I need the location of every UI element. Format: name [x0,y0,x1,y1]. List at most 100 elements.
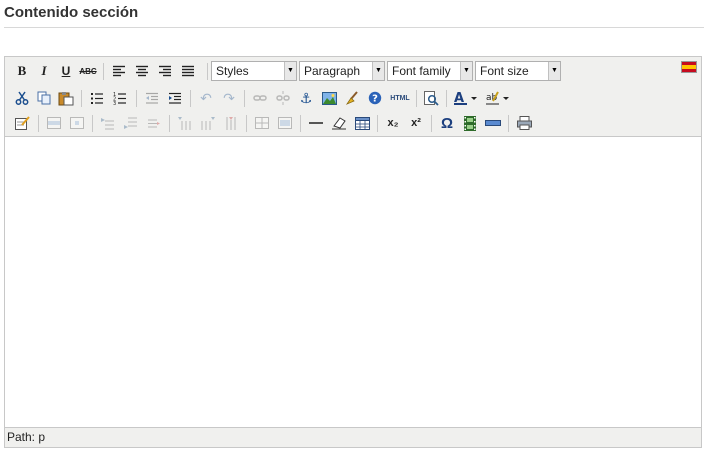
outdent-icon [146,92,158,104]
help-button[interactable]: ? [365,88,385,108]
special-character-button[interactable]: Ω [437,113,457,133]
split-cells-icon [255,117,269,129]
numbered-list-button[interactable]: 123 [110,88,130,108]
bold-button[interactable]: B [12,61,32,81]
paste-button[interactable] [56,88,76,108]
html-source-button[interactable]: HTML [388,88,412,108]
toolbar-separator [377,115,378,132]
italic-button[interactable]: I [34,61,54,81]
superscript-icon: x² [411,117,421,129]
insert-row-after-button[interactable] [121,113,141,133]
text-color-icon: A [454,91,477,106]
background-color-button[interactable]: ab [484,88,514,108]
underline-button[interactable]: U [56,61,76,81]
title-divider [4,27,704,28]
help-icon: ? [368,91,382,105]
align-center-button[interactable] [132,61,152,81]
remove-format-button[interactable] [329,113,349,133]
font-size-select[interactable]: Font size ▼ [475,61,561,81]
superscript-button[interactable]: x² [406,113,426,133]
toolbar-separator [136,90,137,107]
strikethrough-button[interactable]: ABC [78,61,98,81]
subscript-icon: x₂ [387,117,399,129]
page-break-icon [485,120,501,126]
toolbar-separator [38,115,39,132]
paste-icon [58,91,74,105]
editor-content-area[interactable] [5,137,701,428]
align-right-button[interactable] [155,61,175,81]
merge-cells-button[interactable] [275,113,295,133]
insert-column-after-button[interactable] [198,113,218,133]
toolbar-separator [246,115,247,132]
insert-link-button[interactable] [250,88,270,108]
insert-table-button[interactable] [352,113,372,133]
eraser-icon [331,117,346,130]
insert-row-before-button[interactable] [98,113,118,133]
redo-icon: ↷ [223,89,235,106]
undo-icon: ↶ [200,89,212,106]
cleanup-button[interactable] [342,88,362,108]
indent-button[interactable] [165,88,185,108]
toolbar-separator [103,63,104,80]
align-left-button[interactable] [109,61,129,81]
block-format-select[interactable]: Paragraph ▼ [299,61,385,81]
table-row-icon [47,117,61,129]
printer-icon [516,116,532,130]
visual-aid-button[interactable] [12,113,32,133]
unlink-button[interactable] [273,88,293,108]
underline-icon: U [61,64,71,78]
numbered-list-icon: 123 [113,92,126,105]
undo-button[interactable]: ↶ [196,88,216,108]
delete-column-button[interactable] [221,113,241,133]
film-icon [464,115,476,131]
insert-pagebreak-button[interactable] [483,113,503,133]
toolbar-separator [244,90,245,107]
split-cells-button[interactable] [252,113,272,133]
bullet-list-button[interactable] [87,88,107,108]
table-cell-properties-button[interactable] [67,113,87,133]
row-after-icon [124,117,137,129]
styles-select[interactable]: Styles ▼ [211,61,297,81]
toolbar-separator [446,90,447,107]
toolbar-separator [81,90,82,107]
chevron-down-icon: ▼ [460,62,472,80]
svg-text:?: ? [372,94,378,105]
font-family-select[interactable]: Font family ▼ [387,61,473,81]
table-icon [354,116,370,130]
spanish-flag-icon[interactable] [681,61,697,73]
merge-cells-icon [278,117,292,129]
insert-image-button[interactable] [319,88,339,108]
cut-button[interactable] [12,88,32,108]
copy-icon [37,91,51,105]
preview-button[interactable] [421,88,441,108]
align-justify-button[interactable] [178,61,198,81]
highlight-color-icon: ab [486,91,509,105]
print-button[interactable] [514,113,534,133]
redo-button[interactable]: ↷ [219,88,239,108]
align-center-icon [136,65,148,77]
delete-column-icon [226,116,236,130]
horizontal-rule-button[interactable] [306,113,326,133]
broom-icon [345,91,358,105]
toolbar-separator [508,115,509,132]
rich-text-editor: B I U ABC Styles ▼ Paragraph ▼ Font fami… [4,56,702,448]
chevron-down-icon: ▼ [284,62,296,80]
insert-column-before-button[interactable] [175,113,195,133]
toolbar-separator [416,90,417,107]
delete-row-button[interactable] [144,113,164,133]
text-color-button[interactable]: A [452,88,482,108]
outdent-button[interactable] [142,88,162,108]
subscript-button[interactable]: x₂ [383,113,403,133]
bold-icon: B [17,63,27,78]
toolbar-separator [431,115,432,132]
table-row-properties-button[interactable] [44,113,64,133]
copy-button[interactable] [34,88,54,108]
toolbar-separator [207,63,208,80]
table-cell-icon [70,117,84,129]
editor-toolbar: B I U ABC Styles ▼ Paragraph ▼ Font fami… [5,57,701,137]
unlink-icon [276,91,290,105]
anchor-button[interactable]: ⚓ [296,88,316,108]
align-justify-icon [182,65,194,77]
col-after-icon [201,116,215,130]
insert-media-button[interactable] [460,113,480,133]
